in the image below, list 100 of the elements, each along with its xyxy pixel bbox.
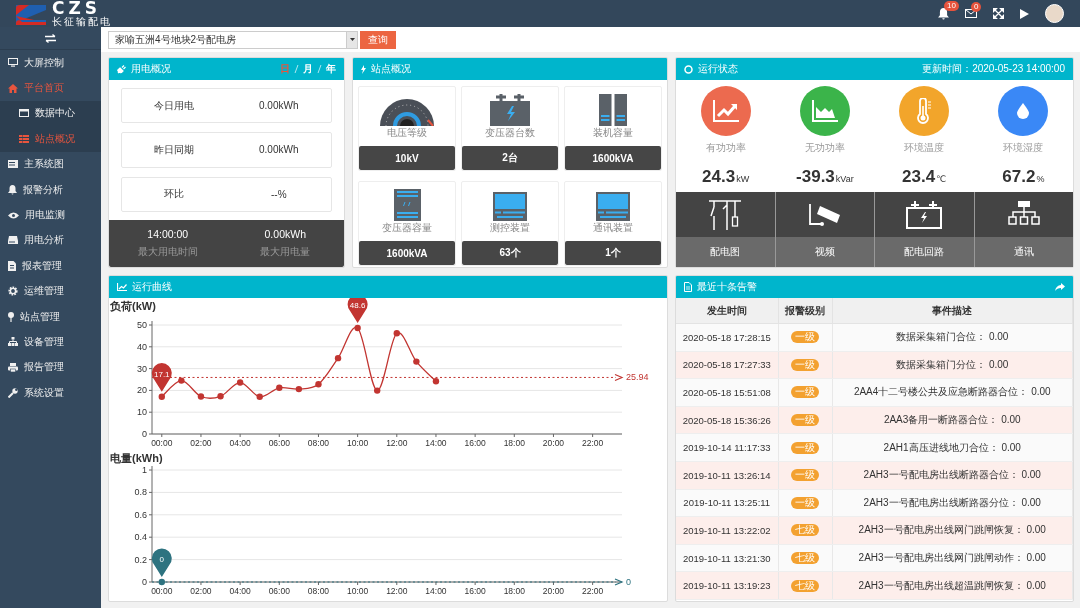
axis-label: 00:00 bbox=[151, 586, 173, 596]
nav-tile-button[interactable]: 通讯 bbox=[974, 192, 1073, 267]
screen-icon bbox=[493, 192, 527, 221]
station-select[interactable]: 家喻五洲4号地块2号配电房 bbox=[108, 30, 358, 49]
sidebar-item[interactable]: 报表管理 bbox=[0, 253, 101, 279]
axis-label: 02:00 bbox=[190, 586, 212, 596]
sidebar-item[interactable]: 主系统图 bbox=[0, 151, 101, 177]
table-cell: 2019-10-11 13:25:11 bbox=[676, 489, 778, 517]
droplet-icon bbox=[1017, 103, 1030, 119]
table-cell: 2019-10-11 13:19:23 bbox=[676, 571, 778, 600]
cabinet-icon bbox=[393, 189, 421, 221]
axis-label: 12:00 bbox=[386, 586, 408, 596]
table-cell: 2019-10-11 13:26:14 bbox=[676, 461, 778, 490]
battery-icon bbox=[490, 94, 530, 126]
fullscreen-icon[interactable] bbox=[993, 8, 1004, 19]
peak-value: 14:00:00 bbox=[147, 228, 189, 240]
sidebar-item[interactable]: 用电监测 bbox=[0, 202, 101, 228]
table-cell: 2AH1高压进线地刀合位： 0.00 bbox=[832, 433, 1073, 462]
logo-text: CZS bbox=[52, 0, 102, 17]
sidebar-item[interactable]: 大屏控制 bbox=[0, 50, 101, 76]
sidebar-item[interactable]: 设备管理 bbox=[0, 329, 101, 355]
tile-value: 1个 bbox=[565, 241, 661, 265]
table-cell: 2019-10-11 13:22:02 bbox=[676, 516, 778, 545]
avatar[interactable] bbox=[1045, 4, 1064, 23]
table-cell: 2AA3备用一断路器合位： 0.00 bbox=[832, 406, 1073, 434]
card-title: 最近十条告警 bbox=[697, 280, 757, 294]
table-cell: 2019-10-14 11:17:33 bbox=[676, 433, 778, 462]
data-point bbox=[276, 384, 283, 391]
sidebar-item[interactable]: 系统设置 bbox=[0, 380, 101, 406]
table-cell: 2020-05-18 15:36:26 bbox=[676, 406, 778, 434]
metric-value: 24.3 bbox=[702, 167, 736, 187]
envelope-icon[interactable] bbox=[965, 9, 977, 18]
data-point bbox=[197, 393, 205, 400]
axis-label: 12:00 bbox=[386, 438, 408, 448]
metric-unit: ℃ bbox=[936, 174, 947, 184]
caret-icon bbox=[349, 38, 355, 41]
axis-label: 10:00 bbox=[347, 586, 369, 596]
bell-icon[interactable] bbox=[938, 7, 949, 20]
tile-value: 2台 bbox=[462, 146, 558, 170]
data-point bbox=[178, 377, 185, 384]
axis-label: 0.2 bbox=[134, 554, 147, 565]
diagram-icon bbox=[8, 160, 18, 169]
bell-icon bbox=[8, 184, 17, 195]
pin-icon bbox=[8, 311, 14, 322]
sidebar-item[interactable]: 报警分析 bbox=[0, 176, 101, 203]
axis-label: 08:00 bbox=[307, 438, 330, 448]
table-cell: 2AH3一号配电房出线超温跳闸恢复： 0.00 bbox=[832, 571, 1073, 600]
axis-label: 22:00 bbox=[582, 586, 604, 596]
play-icon[interactable] bbox=[1020, 8, 1029, 19]
card-icon bbox=[19, 109, 29, 118]
peak-value: 0.00kWh bbox=[264, 228, 306, 240]
metric-unit: % bbox=[1036, 174, 1045, 184]
monitor-icon bbox=[8, 58, 18, 68]
axis-label: 18:00 bbox=[503, 438, 525, 448]
switchgear-icon bbox=[709, 199, 742, 230]
tile-value: 63个 bbox=[462, 241, 558, 265]
level-badge: 一级 bbox=[791, 441, 819, 454]
axis-label: 22:00 bbox=[582, 438, 604, 448]
data-point bbox=[236, 379, 244, 386]
metric-unit: kVar bbox=[835, 174, 854, 184]
nav-tile-button[interactable]: 配电图 bbox=[676, 192, 775, 267]
toggle-icon[interactable] bbox=[45, 33, 56, 43]
axis-label: 08:00 bbox=[307, 586, 330, 596]
axis-label: 50 bbox=[137, 320, 147, 330]
level-badge: 一级 bbox=[791, 386, 819, 399]
metric-value: -39.3 bbox=[796, 167, 835, 187]
data-point bbox=[413, 358, 420, 365]
sidebar-item[interactable]: 运维管理 bbox=[0, 278, 101, 304]
axis-label: 16:00 bbox=[464, 438, 486, 448]
printer-icon bbox=[8, 362, 18, 372]
data-point bbox=[334, 354, 342, 362]
chart-title: 负荷(kW) bbox=[110, 300, 156, 312]
tile-value: 10kV bbox=[359, 146, 455, 170]
stat-value: 0.00kWh bbox=[258, 144, 300, 156]
nav-tile-button[interactable]: 配电回路 bbox=[875, 192, 974, 267]
table-cell: 2020-05-18 17:28:15 bbox=[676, 323, 778, 352]
column-header: 报警级别 bbox=[778, 298, 832, 324]
lightning-icon bbox=[361, 64, 366, 74]
axis-label: 10 bbox=[137, 407, 147, 418]
sidebar-item[interactable]: 站点管理 bbox=[0, 303, 101, 330]
tile-label: 装机容量 bbox=[593, 126, 633, 140]
data-point bbox=[256, 393, 263, 400]
table-icon bbox=[19, 134, 29, 143]
sidebar-subitem[interactable]: 数据中心 bbox=[0, 100, 101, 127]
nav-tile-button[interactable]: 视频 bbox=[775, 192, 874, 267]
cabinet-icon bbox=[599, 94, 627, 126]
axis-label: 0.6 bbox=[134, 509, 147, 520]
table-cell: 数据采集箱门分位： 0.00 bbox=[832, 351, 1073, 379]
column-header: 发生时间 bbox=[676, 298, 778, 324]
update-time: 更新时间：2020-05-23 14:00:00 bbox=[922, 62, 1065, 76]
screen-icon bbox=[596, 192, 630, 221]
data-point bbox=[217, 393, 224, 400]
card-title: 运行状态 bbox=[698, 62, 738, 76]
sidebar-item[interactable]: 报告管理 bbox=[0, 354, 101, 381]
metric-label: 环境温度 bbox=[904, 141, 945, 155]
axis-label: 00:00 bbox=[151, 438, 173, 448]
axis-label: 40 bbox=[137, 341, 147, 352]
sidebar-item[interactable]: 用电分析 bbox=[0, 227, 101, 254]
level-badge: 七级 bbox=[791, 579, 819, 592]
axis-label: 20:00 bbox=[542, 438, 565, 448]
